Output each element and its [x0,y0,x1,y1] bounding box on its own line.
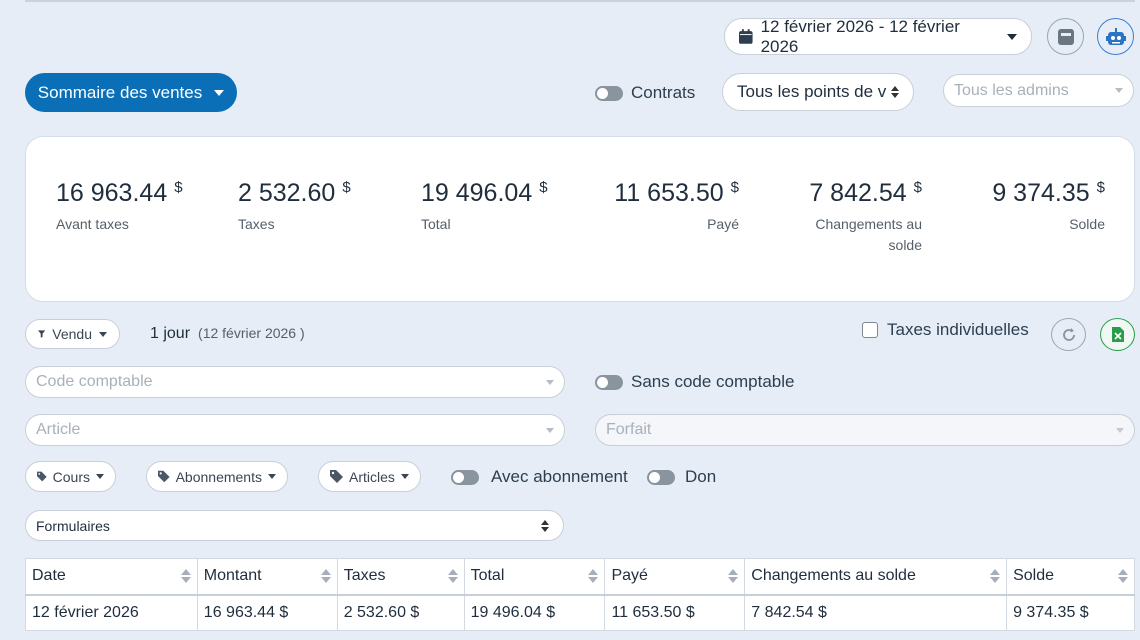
articles-filter-button[interactable]: Articles [318,461,421,492]
articles-label: Articles [349,468,395,485]
article-select[interactable]: Article [25,414,565,446]
stat-changements-solde: 7 842.54 $ Changements au solde [809,179,922,253]
filter-icon [38,330,46,338]
chevron-down-icon [546,427,554,433]
refresh-icon [1062,327,1075,341]
stat-solde: 9 374.35 $ Solde [992,179,1105,232]
chevron-down-icon [214,89,225,96]
contrats-label: Contrats [631,83,696,102]
abonnements-filter-button[interactable]: Abonnements [146,461,288,492]
excel-icon [1111,327,1124,342]
report-selector-button[interactable]: Sommaire des ventes [25,73,237,112]
top-divider [25,0,1135,2]
calculator-icon [1057,28,1074,45]
tag-icon [158,470,170,483]
contrats-toggle[interactable] [595,85,623,101]
stat-paye: 11 653.50 $ Payé [614,179,739,232]
column-header-paye[interactable]: Payé [604,558,746,596]
cell-changements: 7 842.54 $ [744,594,1008,631]
abonnements-label: Abonnements [175,468,262,485]
column-header-date[interactable]: Date [25,558,198,596]
calculator-button[interactable] [1047,18,1084,55]
chevron-down-icon [400,474,409,479]
vendu-filter-button[interactable]: Vendu [25,319,120,349]
tag-icon [330,470,343,483]
period-date: (12 février 2026 ) [198,325,305,341]
table-header-row: Date Montant Taxes Total Payé Changement… [25,558,1135,596]
sort-icon [728,569,739,584]
table-row: 12 février 2026 16 963.44 $ 2 532.60 $ 1… [25,594,1135,631]
forfait-placeholder: Forfait [606,421,652,438]
cell-montant: 16 963.44 $ [196,594,338,631]
refresh-button[interactable] [1051,318,1086,351]
column-header-montant[interactable]: Montant [196,558,338,596]
chevron-down-icon [268,474,276,479]
sort-icon [588,569,599,584]
avec-abonnement-toggle[interactable] [451,469,479,485]
don-toggle[interactable] [647,469,675,485]
taxes-individuelles-row[interactable]: Taxes individuelles [862,320,1029,340]
select-arrows-icon [891,86,899,98]
forfait-select[interactable]: Forfait [595,414,1135,446]
contrats-toggle-row[interactable]: Contrats [595,83,695,103]
code-comptable-select[interactable]: Code comptable [25,366,565,398]
date-range-label: 12 février 2026 - 12 février 2026 [760,16,960,56]
sans-code-comptable-toggle[interactable] [595,374,623,390]
cell-date: 12 février 2026 [25,594,198,631]
cours-filter-button[interactable]: Cours [25,461,116,492]
chevron-down-icon [96,474,104,479]
select-arrows-icon [541,519,549,532]
assistant-button[interactable] [1097,18,1134,55]
sort-icon [320,569,331,584]
admins-placeholder: Tous les admins [954,81,1069,99]
cell-paye: 11 653.50 $ [604,594,746,631]
avec-abonnement-label: Avec abonnement [491,467,628,486]
column-header-total[interactable]: Total [463,558,606,596]
cell-solde: 9 374.35 $ [1006,594,1135,631]
tag-icon [37,471,47,482]
chevron-down-icon [1115,88,1123,93]
stat-total: 19 496.04 $ Total [421,179,548,232]
column-header-solde[interactable]: Solde [1006,558,1135,596]
column-header-taxes[interactable]: Taxes [336,558,465,596]
taxes-individuelles-label: Taxes individuelles [887,320,1029,339]
don-row[interactable]: Don [647,467,716,487]
formulaires-select[interactable]: Formulaires [25,510,564,541]
formulaires-value: Formulaires [36,517,110,534]
stat-avant-taxes: 16 963.44 $ Avant taxes [56,179,183,232]
sort-icon [1118,569,1128,584]
points-de-vente-select[interactable]: Tous les points de v [722,73,914,111]
sales-summary-card: 16 963.44 $ Avant taxes 2 532.60 $ Taxes 1… [25,136,1135,302]
report-selector-label: Sommaire des ventes [37,82,203,102]
sort-icon [990,569,1001,584]
vendu-label: Vendu [52,326,92,342]
taxes-individuelles-checkbox[interactable] [862,322,878,338]
chevron-down-icon [99,331,107,337]
cell-taxes: 2 532.60 $ [336,594,465,631]
sort-icon [447,569,458,584]
calendar-icon [739,29,753,44]
cell-total: 19 496.04 $ [463,594,606,631]
period-summary: 1 jour (12 février 2026 ) [150,325,305,343]
chevron-down-icon [546,379,554,385]
sans-code-comptable-label: Sans code comptable [631,372,795,391]
stat-taxes: 2 532.60 $ Taxes [238,179,351,232]
period-label: 1 jour [150,325,191,342]
chevron-down-icon [1007,33,1017,40]
sort-icon [180,569,191,584]
sales-table: Date Montant Taxes Total Payé Changement… [25,558,1135,631]
don-label: Don [685,467,717,486]
cours-label: Cours [52,468,90,485]
chevron-down-icon [1116,427,1124,433]
robot-icon [1105,27,1126,45]
article-placeholder: Article [36,421,81,438]
export-excel-button[interactable] [1100,318,1135,351]
code-comptable-placeholder: Code comptable [36,373,153,390]
column-header-changements[interactable]: Changements au solde [744,558,1008,596]
date-range-picker[interactable]: 12 février 2026 - 12 février 2026 [724,16,1032,56]
avec-abonnement-row[interactable]: Avec abonnement [451,467,628,487]
sans-code-comptable-row[interactable]: Sans code comptable [595,372,795,392]
points-de-vente-value: Tous les points de v [737,82,887,101]
admins-select[interactable]: Tous les admins [943,74,1134,107]
